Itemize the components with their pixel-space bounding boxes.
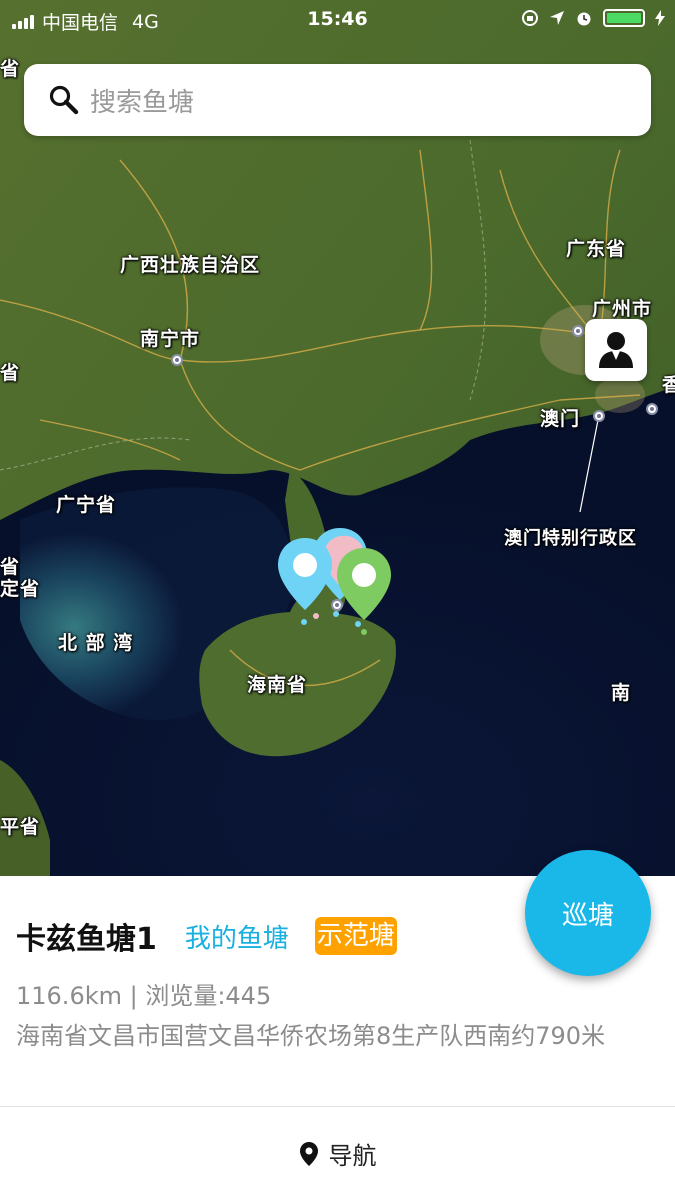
map-label-edge-6: 香 [662, 374, 675, 396]
map-label-province-left: 广宁省 [56, 494, 117, 516]
navigate-button[interactable]: 导航 [0, 1107, 675, 1200]
ownership-tag: 我的鱼塘 [184, 923, 289, 954]
map-label-macau-sar: 澳门特别行政区 [504, 528, 637, 549]
map-label-guangdong: 广东省 [566, 238, 627, 260]
map-label-edge-2: 省 [0, 362, 21, 384]
map-label-edge-4: 定省 [0, 578, 41, 600]
map-label-beibu-gulf: 北 部 湾 [58, 632, 134, 654]
user-location-button[interactable] [585, 319, 647, 381]
rotation-lock-icon [522, 10, 538, 26]
distance-views-line: 116.6km | 浏览量:445 [16, 982, 272, 1010]
city-dot-hongkong [646, 403, 658, 415]
user-icon [599, 332, 633, 368]
demo-pond-badge: 示范塘 [314, 917, 397, 955]
map-label-south: 南 [611, 682, 632, 704]
battery-icon [603, 9, 645, 27]
location-arrow-icon [550, 11, 564, 25]
alarm-icon [577, 12, 591, 26]
search-icon [49, 85, 79, 115]
map-label-edge-5: 平省 [0, 816, 41, 838]
map-label-hainan: 海南省 [247, 674, 308, 696]
pin-anchor-dots [301, 611, 367, 635]
city-dot-macau [593, 410, 605, 422]
map-label-nanning: 南宁市 [140, 328, 201, 350]
map-label-macau: 澳门 [540, 408, 581, 430]
pond-name: 卡兹鱼塘1 [16, 922, 157, 957]
map-label-guangzhou: 广州市 [592, 298, 653, 320]
search-placeholder: 搜索鱼塘 [90, 87, 195, 118]
navigate-label: 导航 [328, 1142, 377, 1170]
search-input[interactable]: 搜索鱼塘 [24, 64, 651, 136]
map-label-edge-1: 省 [0, 58, 21, 80]
status-bar: 中国电信 4G 15:46 [0, 0, 675, 40]
pond-address: 海南省文昌市国营文昌华侨农场第8生产队西南约790米 [16, 1022, 606, 1050]
charging-bolt-icon [655, 10, 665, 26]
city-dot-guangzhou [572, 325, 584, 337]
patrol-button[interactable]: 巡塘 [525, 850, 651, 976]
location-pin-icon [299, 1141, 318, 1166]
pond-pin[interactable] [276, 536, 334, 616]
city-dot-nanning [171, 354, 183, 366]
map-label-guangxi: 广西壮族自治区 [120, 254, 261, 276]
